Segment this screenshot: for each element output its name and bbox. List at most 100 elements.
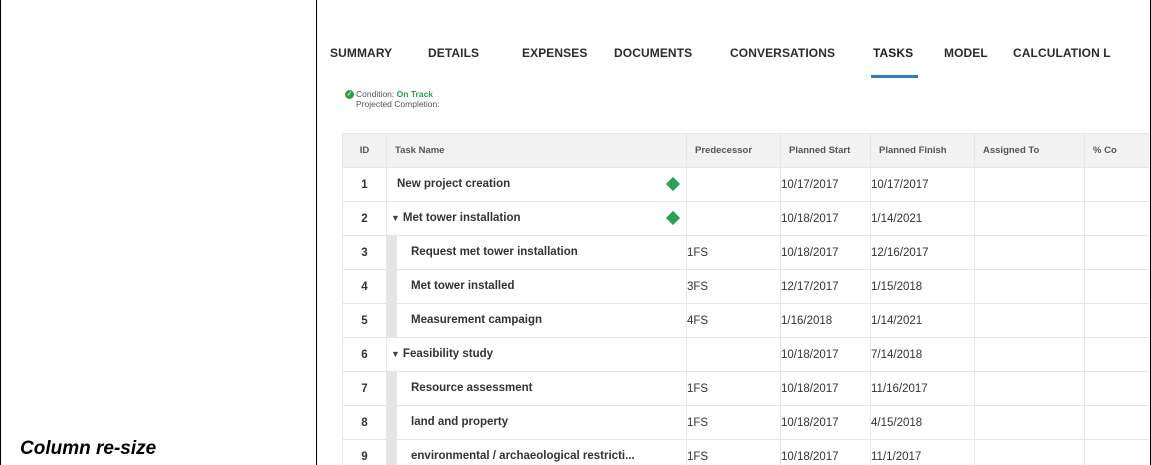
- predecessor[interactable]: 1FS: [686, 439, 781, 465]
- percent-complete[interactable]: [1084, 337, 1149, 372]
- planned-start[interactable]: 10/18/2017: [780, 439, 871, 465]
- column-header-task-name[interactable]: Task Name: [386, 133, 687, 168]
- table-row[interactable]: 7 Resource assessment 1FS 10/18/2017 11/16/2…: [342, 371, 1149, 406]
- table-row[interactable]: 6 ▼ Feasibility study 10/18/2017 7/14/2018: [342, 337, 1149, 372]
- assigned-to[interactable]: [974, 337, 1085, 372]
- planned-finish[interactable]: 10/17/2017: [870, 167, 975, 202]
- planned-finish[interactable]: 1/14/2021: [870, 303, 975, 338]
- percent-complete[interactable]: [1084, 201, 1149, 236]
- table-row[interactable]: 5 Measurement campaign 4FS 1/16/2018 1/14/20…: [342, 303, 1149, 338]
- task-name-cell[interactable]: Met tower installed: [386, 269, 687, 304]
- table-row[interactable]: 3 Request met tower installation 1FS 10/18/…: [342, 235, 1149, 270]
- column-header-planned-finish[interactable]: Planned Finish: [870, 133, 975, 168]
- task-name-cell[interactable]: ▼ Met tower installation: [386, 201, 687, 236]
- task-id: 7: [342, 371, 387, 406]
- planned-start[interactable]: 10/17/2017: [780, 167, 871, 202]
- task-name-wrapper: land and property: [411, 416, 508, 428]
- caret-down-icon[interactable]: ▼: [391, 349, 400, 359]
- assigned-to[interactable]: [974, 405, 1085, 440]
- planned-start[interactable]: 10/18/2017: [780, 371, 871, 406]
- column-header-assigned-to[interactable]: Assigned To: [974, 133, 1085, 168]
- indent-bar: [387, 406, 397, 439]
- task-name-wrapper: ▼ Feasibility study: [391, 348, 493, 360]
- tab-tasks[interactable]: TASKS: [873, 46, 913, 60]
- table-row[interactable]: 4 Met tower installed 3FS 12/17/2017 1/15/20…: [342, 269, 1149, 304]
- indent-bar: [387, 304, 397, 337]
- task-grid: ID Task Name Predecessor Planned Start Plann…: [342, 133, 1149, 465]
- assigned-to[interactable]: [974, 235, 1085, 270]
- assigned-to[interactable]: [974, 439, 1085, 465]
- column-header-co[interactable]: % Co: [1084, 133, 1149, 168]
- predecessor[interactable]: [686, 201, 781, 236]
- assigned-to[interactable]: [974, 167, 1085, 202]
- percent-complete[interactable]: [1084, 235, 1149, 270]
- planned-finish[interactable]: 7/14/2018: [870, 337, 975, 372]
- column-header-planned-start[interactable]: Planned Start: [780, 133, 871, 168]
- planned-start[interactable]: 10/18/2017: [780, 235, 871, 270]
- assigned-to[interactable]: [974, 201, 1085, 236]
- task-name-cell[interactable]: Resource assessment: [386, 371, 687, 406]
- predecessor[interactable]: [686, 337, 781, 372]
- indent-bar: [387, 372, 397, 405]
- predecessor[interactable]: [686, 167, 781, 202]
- percent-complete[interactable]: [1084, 405, 1149, 440]
- percent-complete[interactable]: [1084, 303, 1149, 338]
- planned-start[interactable]: 12/17/2017: [780, 269, 871, 304]
- column-header-id[interactable]: ID: [342, 133, 387, 168]
- diamond-milestone-icon: [665, 210, 681, 226]
- predecessor[interactable]: 1FS: [686, 405, 781, 440]
- tab-documents[interactable]: DOCUMENTS: [614, 46, 692, 60]
- table-row[interactable]: 1 New project creation 10/17/2017 10/17/201…: [342, 167, 1149, 202]
- planned-finish[interactable]: 4/15/2018: [870, 405, 975, 440]
- assigned-to[interactable]: [974, 269, 1085, 304]
- task-name-wrapper: ▼ Met tower installation: [391, 212, 521, 224]
- planned-finish[interactable]: 1/15/2018: [870, 269, 975, 304]
- task-name-cell[interactable]: land and property: [386, 405, 687, 440]
- table-row[interactable]: 9 environmental / archaeological restrict…: [342, 439, 1149, 465]
- tab-model[interactable]: MODEL: [944, 46, 988, 60]
- predecessor[interactable]: 1FS: [686, 235, 781, 270]
- task-name-cell[interactable]: Request met tower installation: [386, 235, 687, 270]
- condition-label: Condition:: [356, 89, 395, 99]
- tab-summary[interactable]: SUMMARY: [330, 46, 392, 60]
- tab-expenses[interactable]: EXPENSES: [522, 46, 588, 60]
- planned-start[interactable]: 10/18/2017: [780, 201, 871, 236]
- column-header-predecessor[interactable]: Predecessor: [686, 133, 781, 168]
- task-id: 2: [342, 201, 387, 236]
- planned-start[interactable]: 10/18/2017: [780, 405, 871, 440]
- predecessor[interactable]: 1FS: [686, 371, 781, 406]
- task-id: 4: [342, 269, 387, 304]
- tab-details[interactable]: DETAILS: [428, 46, 479, 60]
- planned-finish[interactable]: 12/16/2017: [870, 235, 975, 270]
- planned-start[interactable]: 10/18/2017: [780, 337, 871, 372]
- planned-finish[interactable]: 11/1/2017: [870, 439, 975, 465]
- percent-complete[interactable]: [1084, 371, 1149, 406]
- task-id: 5: [342, 303, 387, 338]
- caret-down-icon[interactable]: ▼: [391, 213, 400, 223]
- tab-calculation-l[interactable]: CALCULATION L: [1013, 46, 1111, 60]
- task-id: 6: [342, 337, 387, 372]
- percent-complete[interactable]: [1084, 167, 1149, 202]
- task-name: Resource assessment: [411, 382, 533, 394]
- predecessor[interactable]: 4FS: [686, 303, 781, 338]
- table-row[interactable]: 8 land and property 1FS 10/18/2017 4/15/2018: [342, 405, 1149, 440]
- task-name-cell[interactable]: Measurement campaign: [386, 303, 687, 338]
- planned-start[interactable]: 1/16/2018: [780, 303, 871, 338]
- assigned-to[interactable]: [974, 303, 1085, 338]
- task-name-cell[interactable]: New project creation: [386, 167, 687, 202]
- percent-complete[interactable]: [1084, 269, 1149, 304]
- table-row[interactable]: 2 ▼ Met tower installation 10/18/2017 1/14/2…: [342, 201, 1149, 236]
- planned-finish[interactable]: 11/16/2017: [870, 371, 975, 406]
- indent-bar: [387, 270, 397, 303]
- percent-complete[interactable]: [1084, 439, 1149, 465]
- task-name: New project creation: [397, 178, 511, 190]
- task-name: Met tower installed: [411, 280, 515, 292]
- document-column-divider: [316, 0, 317, 465]
- active-tab-indicator: [871, 75, 918, 78]
- task-name-cell[interactable]: environmental / archaeological restricti…: [386, 439, 687, 465]
- planned-finish[interactable]: 1/14/2021: [870, 201, 975, 236]
- assigned-to[interactable]: [974, 371, 1085, 406]
- task-name-cell[interactable]: ▼ Feasibility study: [386, 337, 687, 372]
- tab-conversations[interactable]: CONVERSATIONS: [730, 46, 835, 60]
- predecessor[interactable]: 3FS: [686, 269, 781, 304]
